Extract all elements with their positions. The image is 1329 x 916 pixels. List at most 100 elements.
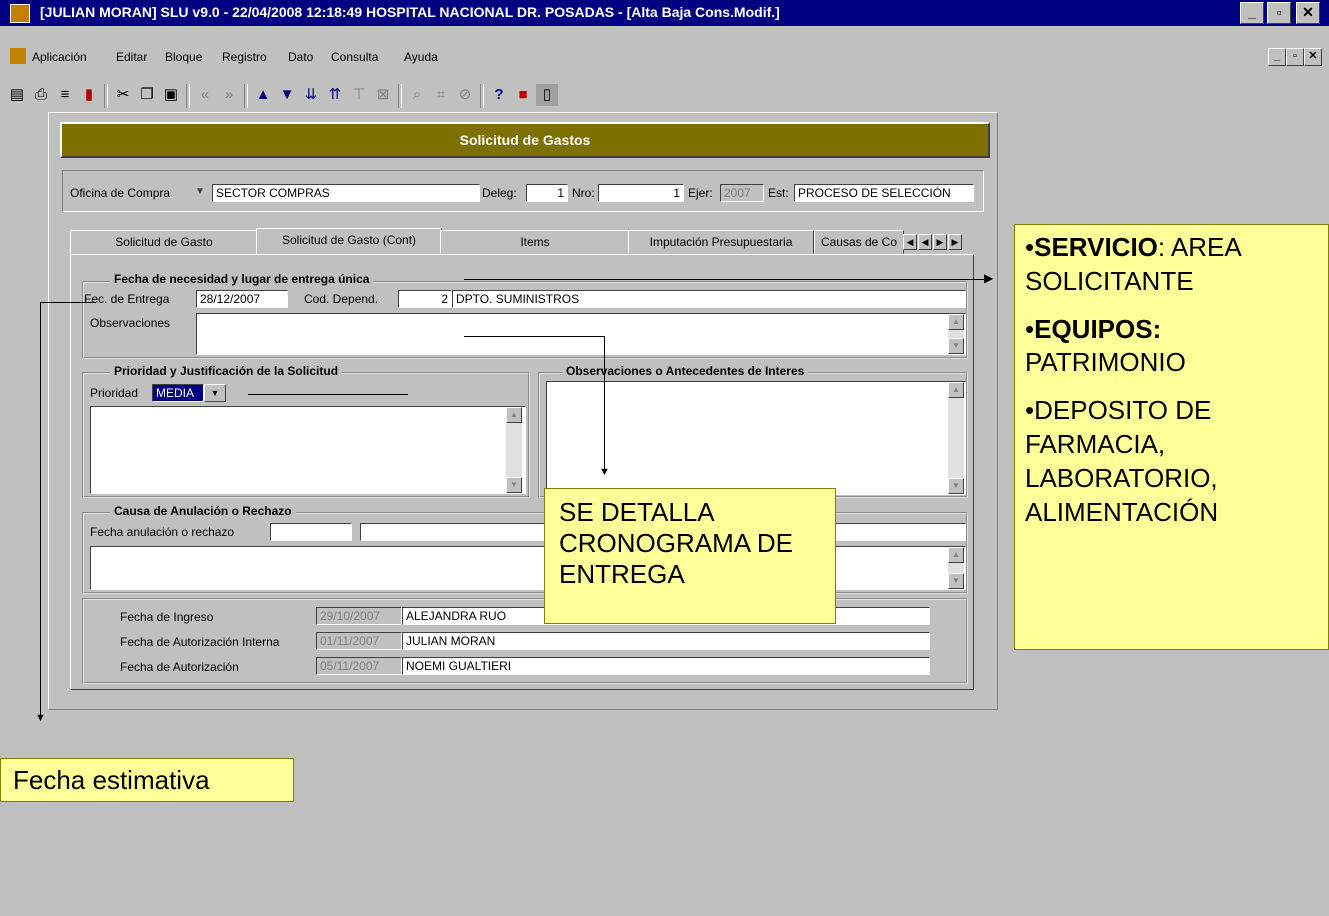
tab-causas[interactable]: Causas de Co xyxy=(814,230,904,254)
tab-imputacion[interactable]: Imputación Presupuestaria xyxy=(628,230,814,254)
annotation-line xyxy=(604,336,605,470)
menu-ayuda[interactable]: Ayuda xyxy=(404,50,438,64)
annotation-line xyxy=(248,394,408,395)
antecedentes-scrollbar[interactable]: ▲ ▼ xyxy=(948,382,964,494)
ejer-field: 2007 xyxy=(720,184,764,202)
est-label: Est: xyxy=(768,186,789,200)
list-values-icon[interactable]: ■ xyxy=(512,84,534,106)
window-title-bar: [JULIAN MORAN] SLU v9.0 - 22/04/2008 12:… xyxy=(0,0,1329,26)
exit-icon[interactable]: ▮ xyxy=(78,84,100,106)
scroll-up-icon[interactable]: ▲ xyxy=(948,382,964,398)
maximize-button[interactable]: ▫ xyxy=(1267,2,1291,24)
fecha-anulacion-label: Fecha anulación o rechazo xyxy=(90,525,235,539)
scroll-up-icon[interactable]: ▲ xyxy=(948,547,964,563)
est-field: PROCESO DE SELECCIÓN xyxy=(794,184,974,202)
observaciones-label: Observaciones xyxy=(90,316,171,330)
prioridad-group-title: Prioridad y Justificación de la Solicitu… xyxy=(110,364,343,378)
menu-aplicacion[interactable]: Aplicación xyxy=(32,50,87,64)
save-icon[interactable]: ▤ xyxy=(6,84,28,106)
mdi-close-button[interactable]: ✕ xyxy=(1304,48,1322,66)
annotation-line xyxy=(464,279,988,280)
prioridad-label: Prioridad xyxy=(90,386,139,400)
callout-deposito-text: DEPOSITO DE FARMACIA, LABORATORIO, ALIME… xyxy=(1025,395,1219,527)
callout-center: SE DETALLA CRONOGRAMA DE ENTREGA xyxy=(544,488,836,624)
insert-record-icon[interactable]: ⊤ xyxy=(348,84,370,106)
dropdown-icon[interactable]: ▼ xyxy=(192,184,208,200)
fecha-autorizacion-interna-field: 01/11/2007 xyxy=(316,632,402,650)
prioridad-select[interactable]: MEDIA xyxy=(152,384,204,402)
menu-dato[interactable]: Dato xyxy=(288,50,313,64)
fecha-autorizacion-interna-label: Fecha de Autorización Interna xyxy=(120,635,280,649)
cut-icon[interactable]: ✂ xyxy=(112,84,134,106)
fecha-anulacion-field[interactable] xyxy=(270,523,352,541)
previous-block-icon[interactable]: « xyxy=(194,84,216,106)
tab-last-icon[interactable]: ▶ xyxy=(948,234,962,250)
fecha-autorizacion-field: 05/11/2007 xyxy=(316,657,402,675)
mdi-app-icon xyxy=(10,48,26,64)
copy-icon[interactable]: ❐ xyxy=(136,84,158,106)
print-preview-icon[interactable]: ≡ xyxy=(54,84,76,106)
minimize-button[interactable]: _ xyxy=(1240,2,1264,24)
callout-servicio-bold: SERVICIO xyxy=(1034,232,1158,262)
toolbar-separator xyxy=(104,84,108,108)
justificacion-textarea[interactable] xyxy=(90,406,526,494)
oficina-label: Oficina de Compra xyxy=(70,186,171,200)
cancel-query-icon[interactable]: ⊘ xyxy=(454,84,476,106)
toolbar-separator xyxy=(398,84,402,108)
fec-entrega-label: Fec. de Entrega xyxy=(84,292,170,306)
tab-first-icon[interactable]: ◀ xyxy=(903,234,917,250)
antecedentes-group-title: Observaciones o Antecedentes de Interes xyxy=(562,364,809,378)
oficina-field[interactable]: SECTOR COMPRAS xyxy=(212,184,480,202)
print-icon[interactable]: ⎙ xyxy=(30,84,52,106)
last-record-icon[interactable]: ⇊ xyxy=(300,84,322,106)
callout-equipos-text: PATRIMONIO xyxy=(1025,347,1186,378)
query-icon[interactable]: ⌕ xyxy=(406,84,428,106)
help-icon[interactable]: ? xyxy=(488,84,510,106)
execute-query-icon[interactable]: ⌗ xyxy=(430,84,452,106)
observaciones-scrollbar[interactable]: ▲ ▼ xyxy=(948,314,964,354)
fecha-group-title: Fecha de necesidad y lugar de entrega ún… xyxy=(110,272,374,286)
tab-solicitud-gasto[interactable]: Solicitud de Gasto xyxy=(70,230,258,254)
anulacion-scrollbar[interactable]: ▲ ▼ xyxy=(948,547,964,589)
annotation-line xyxy=(40,302,41,716)
tab-items[interactable]: Items xyxy=(440,230,630,254)
scroll-down-icon[interactable]: ▼ xyxy=(948,573,964,589)
scroll-down-icon[interactable]: ▼ xyxy=(506,477,522,493)
fecha-ingreso-field: 29/10/2007 xyxy=(316,607,402,625)
callout-right: •SERVICIO: AREA SOLICITANTE •EQUIPOS: PAT… xyxy=(1014,224,1329,650)
tab-solicitud-gasto-cont[interactable]: Solicitud de Gasto (Cont) xyxy=(256,228,442,254)
first-record-icon[interactable]: ⇈ xyxy=(324,84,346,106)
tab-next-icon[interactable]: ▶ xyxy=(933,234,947,250)
scroll-down-icon[interactable]: ▼ xyxy=(948,478,964,494)
mdi-restore-button[interactable]: ▫ xyxy=(1286,48,1304,66)
scroll-down-icon[interactable]: ▼ xyxy=(948,338,964,354)
window-title: [JULIAN MORAN] SLU v9.0 - 22/04/2008 12:… xyxy=(40,4,780,20)
paste-icon[interactable]: ▣ xyxy=(160,84,182,106)
scroll-up-icon[interactable]: ▲ xyxy=(506,407,522,423)
tab-prev-icon[interactable]: ◀ xyxy=(918,234,932,250)
menu-editar[interactable]: Editar xyxy=(116,50,147,64)
observaciones-textarea[interactable] xyxy=(196,313,966,355)
menu-registro[interactable]: Registro xyxy=(222,50,267,64)
nro-field[interactable]: 1 xyxy=(598,184,684,202)
deleg-field[interactable]: 1 xyxy=(526,184,568,202)
close-button[interactable]: ✕ xyxy=(1296,2,1320,24)
app-icon xyxy=(10,4,30,23)
mdi-minimize-button[interactable]: _ xyxy=(1268,48,1286,66)
cod-depend-field[interactable]: 2 xyxy=(398,290,452,308)
justificacion-scrollbar[interactable]: ▲ ▼ xyxy=(506,407,522,493)
next-block-icon[interactable]: » xyxy=(218,84,240,106)
scroll-up-icon[interactable]: ▲ xyxy=(948,314,964,330)
next-record-icon[interactable]: ▼ xyxy=(276,84,298,106)
previous-record-icon[interactable]: ▲ xyxy=(252,84,274,106)
document-icon[interactable]: ▯ xyxy=(536,84,558,106)
cod-depend-label: Cod. Depend. xyxy=(304,292,379,306)
annotation-line xyxy=(40,302,96,303)
chevron-down-icon[interactable]: ▼ xyxy=(204,384,226,402)
menu-consulta[interactable]: Consulta xyxy=(331,50,378,64)
delete-record-icon[interactable]: ⊠ xyxy=(372,84,394,106)
menu-bloque[interactable]: Bloque xyxy=(165,50,202,64)
annotation-line xyxy=(464,336,604,337)
ejer-label: Ejer: xyxy=(688,186,713,200)
fec-entrega-field[interactable]: 28/12/2007 xyxy=(196,290,288,308)
